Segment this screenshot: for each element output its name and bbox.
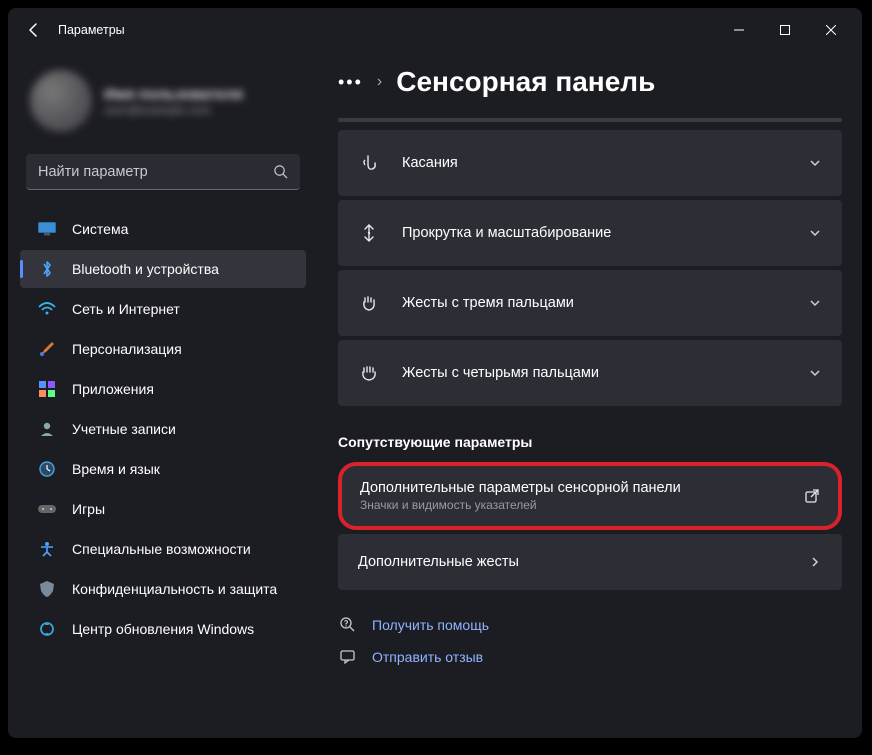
option-label: Касания — [402, 155, 808, 171]
bluetooth-icon — [38, 260, 56, 278]
sidebar-item-label: Время и язык — [72, 461, 160, 477]
related-more-touchpad-settings[interactable]: Дополнительные параметры сенсорной панел… — [338, 462, 842, 530]
chevron-down-icon — [808, 226, 822, 240]
brush-icon — [38, 340, 56, 358]
search-input[interactable] — [38, 164, 273, 180]
chevron-right-icon — [808, 555, 822, 569]
chevron-down-icon — [808, 296, 822, 310]
scroll-indicator — [338, 118, 842, 122]
help-label: Получить помощь — [372, 617, 489, 633]
wifi-icon — [38, 300, 56, 318]
apps-icon — [38, 380, 56, 398]
option-label: Прокрутка и масштабирование — [402, 225, 808, 241]
gamepad-icon — [38, 500, 56, 518]
hand-three-icon — [358, 294, 380, 312]
hand-four-icon — [358, 364, 380, 382]
sidebar-item-label: Bluetooth и устройства — [72, 261, 219, 277]
send-feedback-link[interactable]: Отправить отзыв — [338, 648, 842, 666]
sidebar-item-gaming[interactable]: Игры — [20, 490, 306, 528]
sidebar-item-label: Персонализация — [72, 341, 182, 357]
person-icon — [38, 420, 56, 438]
get-help-link[interactable]: Получить помощь — [338, 616, 842, 634]
sidebar-item-apps[interactable]: Приложения — [20, 370, 306, 408]
option-scroll-zoom[interactable]: Прокрутка и масштабирование — [338, 200, 842, 266]
page-title: Сенсорная панель — [396, 66, 655, 98]
profile-name: Имя пользователя — [104, 86, 243, 103]
sidebar-item-bluetooth-devices[interactable]: Bluetooth и устройства — [20, 250, 306, 288]
option-four-finger-gestures[interactable]: Жесты с четырьмя пальцами — [338, 340, 842, 406]
sidebar-item-system[interactable]: Система — [20, 210, 306, 248]
chevron-down-icon — [808, 366, 822, 380]
scroll-icon — [358, 223, 380, 243]
settings-window: Параметры Имя пользователя user@example.… — [8, 8, 862, 738]
profile-block[interactable]: Имя пользователя user@example.com — [20, 62, 306, 150]
open-external-icon — [804, 488, 820, 504]
help-label: Отправить отзыв — [372, 649, 483, 665]
option-label: Жесты с тремя пальцами — [402, 295, 808, 311]
sidebar-item-network[interactable]: Сеть и Интернет — [20, 290, 306, 328]
sidebar-item-label: Игры — [72, 501, 105, 517]
related-title: Дополнительные жесты — [358, 554, 808, 570]
clock-globe-icon — [38, 460, 56, 478]
related-subtitle: Значки и видимость указателей — [360, 498, 804, 512]
help-icon — [338, 616, 358, 634]
breadcrumb: ••• › Сенсорная панель — [338, 66, 842, 98]
touch-icon — [358, 154, 380, 172]
help-links: Получить помощь Отправить отзыв — [338, 616, 842, 666]
sidebar-item-label: Сеть и Интернет — [72, 301, 180, 317]
sidebar-item-label: Приложения — [72, 381, 154, 397]
option-three-finger-gestures[interactable]: Жесты с тремя пальцами — [338, 270, 842, 336]
minimize-button[interactable] — [716, 14, 762, 46]
close-button[interactable] — [808, 14, 854, 46]
content-area: ••• › Сенсорная панель Касания Прокрутка… — [318, 52, 862, 738]
search-box[interactable] — [26, 154, 300, 190]
chevron-right-icon: › — [377, 73, 382, 91]
related-more-gestures[interactable]: Дополнительные жесты — [338, 534, 842, 590]
back-button[interactable] — [20, 16, 48, 44]
shield-icon — [38, 580, 56, 598]
option-touches[interactable]: Касания — [338, 130, 842, 196]
monitor-icon — [38, 220, 56, 238]
breadcrumb-more-button[interactable]: ••• — [338, 72, 363, 93]
related-title: Дополнительные параметры сенсорной панел… — [360, 480, 804, 496]
sidebar-item-windows-update[interactable]: Центр обновления Windows — [20, 610, 306, 648]
accessibility-icon — [38, 540, 56, 558]
search-icon — [273, 164, 288, 179]
window-title: Параметры — [58, 23, 125, 37]
avatar — [30, 70, 92, 132]
sidebar-item-time-language[interactable]: Время и язык — [20, 450, 306, 488]
update-icon — [38, 620, 56, 638]
sidebar-item-label: Центр обновления Windows — [72, 621, 254, 637]
profile-email: user@example.com — [104, 103, 243, 117]
feedback-icon — [338, 648, 358, 666]
sidebar-item-privacy[interactable]: Конфиденциальность и защита — [20, 570, 306, 608]
maximize-button[interactable] — [762, 14, 808, 46]
sidebar-item-label: Учетные записи — [72, 421, 176, 437]
sidebar-item-accessibility[interactable]: Специальные возможности — [20, 530, 306, 568]
sidebar: Имя пользователя user@example.com Систем… — [8, 52, 318, 738]
sidebar-item-label: Система — [72, 221, 128, 237]
titlebar: Параметры — [8, 8, 862, 52]
chevron-down-icon — [808, 156, 822, 170]
nav-list: Система Bluetooth и устройства Сеть и Ин… — [20, 210, 306, 648]
sidebar-item-label: Конфиденциальность и защита — [72, 581, 277, 597]
sidebar-item-accounts[interactable]: Учетные записи — [20, 410, 306, 448]
related-heading: Сопутствующие параметры — [338, 434, 842, 450]
option-label: Жесты с четырьмя пальцами — [402, 365, 808, 381]
sidebar-item-label: Специальные возможности — [72, 541, 251, 557]
sidebar-item-personalization[interactable]: Персонализация — [20, 330, 306, 368]
